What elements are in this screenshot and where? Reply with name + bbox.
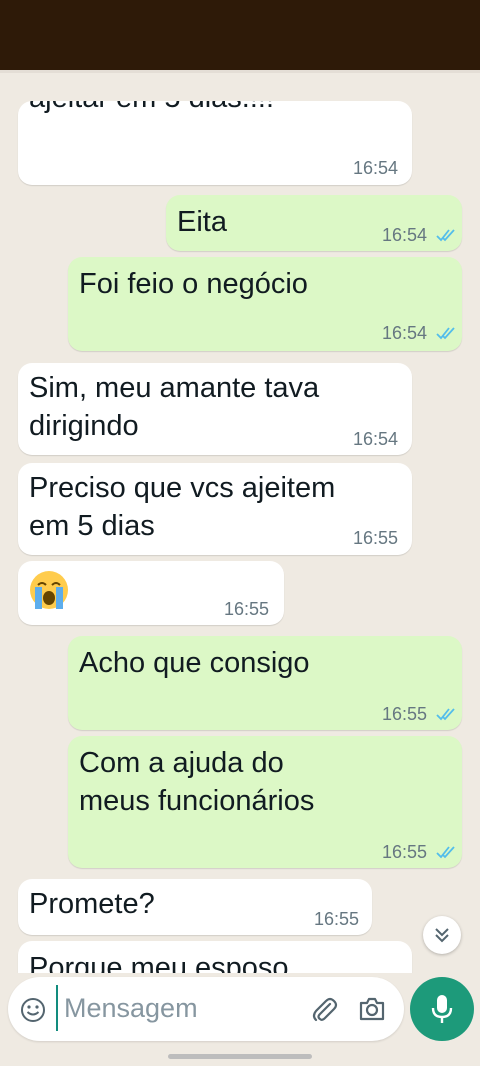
message-bubble-outgoing[interactable]: Foi feio o negócio 16:54: [68, 257, 462, 351]
message-bubble-incoming[interactable]: Promete? 16:55: [18, 879, 372, 935]
message-text: Eita: [177, 206, 227, 238]
smiley-icon[interactable]: [20, 997, 46, 1023]
message-time: 16:54: [382, 225, 428, 245]
message-time: 16:54: [353, 429, 399, 449]
message-bubble-outgoing[interactable]: Eita 16:54: [166, 195, 462, 251]
status-bar: [0, 0, 480, 70]
message-bubble-outgoing[interactable]: Com a ajuda do meus funcionários 16:55: [68, 736, 462, 868]
double-check-icon: [436, 327, 455, 340]
message-bubble-incoming[interactable]: ajeitar em 5 dias.!!! 16:54: [18, 101, 412, 185]
paperclip-icon[interactable]: [310, 995, 338, 1023]
loudly-crying-face-icon: [30, 571, 68, 609]
message-text: Acho que consigo: [79, 647, 310, 679]
message-text: Porque meu esposo: [29, 952, 289, 973]
microphone-icon: [431, 995, 453, 1023]
message-input[interactable]: [56, 985, 294, 1031]
message-bubble-incoming[interactable]: Sim, meu amante tava dirigindo 16:54: [18, 363, 412, 455]
message-bubble-incoming[interactable]: 16:55: [18, 561, 284, 625]
double-check-icon: [436, 708, 455, 721]
message-time: 16:54: [353, 158, 399, 178]
message-text: Foi feio o negócio: [79, 268, 308, 300]
home-indicator[interactable]: [168, 1054, 312, 1059]
double-check-icon: [436, 229, 455, 242]
message-text: Sim, meu amante tava dirigindo: [29, 372, 320, 442]
message-text: Preciso que vcs ajeitem em 5 dias: [29, 472, 336, 542]
double-check-icon: [436, 846, 455, 859]
message-time: 16:55: [382, 842, 428, 862]
message-text: Promete?: [29, 888, 155, 920]
message-time: 16:55: [314, 909, 360, 929]
message-bubble-outgoing[interactable]: Acho que consigo 16:55: [68, 636, 462, 730]
message-time: 16:54: [382, 323, 428, 343]
message-time: 16:55: [353, 528, 399, 548]
message-bubble-incoming[interactable]: Porque meu esposo: [18, 941, 412, 973]
message-text: Com a ajuda do meus funcionários: [79, 747, 315, 817]
microphone-button[interactable]: [410, 977, 474, 1041]
message-time: 16:55: [382, 704, 428, 724]
double-chevron-down-icon: [435, 928, 449, 943]
compose-bar: [0, 973, 480, 1066]
camera-icon[interactable]: [358, 996, 386, 1022]
message-input-container: [8, 977, 404, 1041]
chat-area[interactable]: ajeitar em 5 dias.!!! 16:54 Eita 16:54 F…: [0, 73, 480, 973]
message-bubble-incoming[interactable]: Preciso que vcs ajeitem em 5 dias 16:55: [18, 463, 412, 555]
message-time: 16:55: [224, 599, 270, 619]
scroll-to-bottom-button[interactable]: [423, 916, 461, 954]
message-text: ajeitar em 5 dias.!!!: [29, 101, 274, 117]
